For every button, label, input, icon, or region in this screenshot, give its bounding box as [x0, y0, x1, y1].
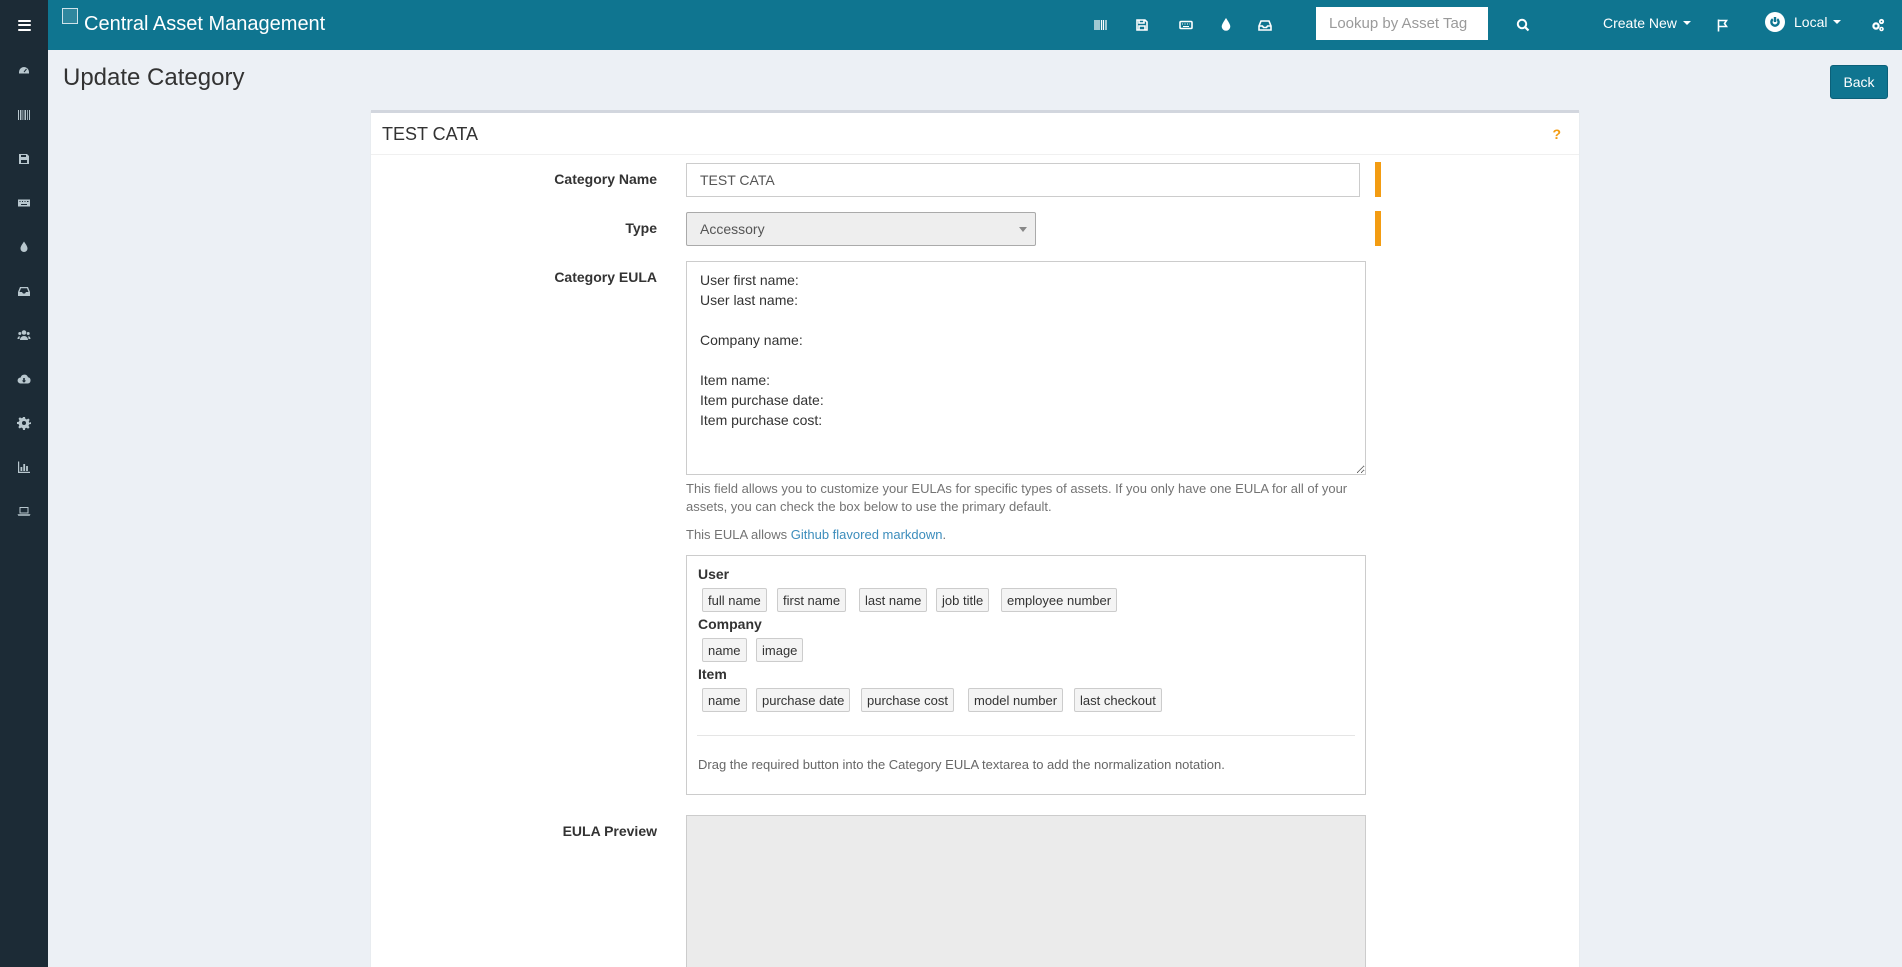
back-button[interactable]: Back: [1830, 65, 1888, 99]
category-name-label: Category Name: [554, 171, 657, 187]
tint-icon[interactable]: [1216, 15, 1236, 35]
token-user-last-name[interactable]: last name: [859, 588, 928, 612]
users-icon[interactable]: [14, 325, 34, 345]
token-user-first-name[interactable]: first name: [777, 588, 847, 612]
markdown-help-text: This EULA allows Github flavored markdow…: [686, 526, 1366, 544]
user-menu-dropdown[interactable]: Local: [1765, 12, 1842, 32]
divider: [697, 735, 1355, 736]
user-tokens-heading: User: [698, 566, 730, 582]
dashboard-icon[interactable]: [14, 61, 34, 81]
help-icon[interactable]: ?: [1552, 126, 1561, 142]
caret-down-icon: [1833, 20, 1842, 24]
inbox-icon[interactable]: [1255, 15, 1275, 35]
save-icon[interactable]: [14, 149, 34, 169]
box-header: TEST CATA ?: [371, 113, 1579, 155]
type-select[interactable]: Accessory: [686, 212, 1036, 246]
top-navbar: Central Asset Management Create New Loca…: [0, 0, 1902, 50]
token-item-last-checkout[interactable]: last checkout: [1074, 688, 1162, 712]
github-markdown-link[interactable]: Github flavored markdown: [791, 527, 943, 542]
sidebar: [0, 50, 48, 967]
create-new-dropdown[interactable]: Create New: [1603, 15, 1691, 31]
eula-preview-label: EULA Preview: [562, 823, 657, 839]
eula-help-text: This field allows you to customize your …: [686, 481, 1348, 514]
box-title: TEST CATA: [382, 124, 479, 144]
required-indicator: [1375, 162, 1381, 197]
token-user-job-title[interactable]: job title: [936, 588, 990, 612]
tint-icon[interactable]: [14, 237, 34, 257]
cog-icon[interactable]: [14, 413, 34, 433]
token-company-name[interactable]: name: [702, 638, 747, 662]
inbox-icon[interactable]: [14, 281, 34, 301]
tokens-help-note: Drag the required button into the Catego…: [698, 757, 1225, 772]
flag-icon[interactable]: [1713, 15, 1733, 35]
keyboard-icon[interactable]: [14, 193, 34, 213]
bar-chart-icon[interactable]: [14, 457, 34, 477]
power-icon: [1765, 12, 1785, 32]
token-item-name[interactable]: name: [702, 688, 747, 712]
category-eula-textarea[interactable]: User first name: User last name: Company…: [686, 261, 1366, 475]
token-item-purchase-cost[interactable]: purchase cost: [861, 688, 954, 712]
token-item-purchase-date[interactable]: purchase date: [756, 688, 851, 712]
create-new-label: Create New: [1603, 15, 1677, 31]
markdown-suffix: .: [942, 527, 947, 542]
token-user-employee-number[interactable]: employee number: [1001, 588, 1118, 612]
item-tokens-heading: Item: [698, 666, 727, 682]
laptop-icon[interactable]: [14, 501, 34, 521]
brand-name: Central Asset Management: [84, 12, 326, 35]
save-icon[interactable]: [1132, 15, 1152, 35]
caret-down-icon: [1682, 21, 1691, 25]
asset-tag-lookup-input[interactable]: [1316, 7, 1488, 40]
dropdown-arrow-icon: [1019, 227, 1027, 232]
page-title: Update Category: [63, 64, 245, 91]
keyboard-icon[interactable]: [1176, 15, 1196, 35]
token-user-full-name[interactable]: full name: [702, 588, 767, 612]
company-tokens-heading: Company: [698, 616, 762, 632]
hamburger-icon: [17, 19, 31, 31]
user-name: Local: [1794, 14, 1828, 30]
brand-link[interactable]: Central Asset Management: [62, 6, 325, 42]
settings-cogs-icon[interactable]: [1868, 15, 1888, 35]
type-selected-value: Accessory: [700, 221, 765, 237]
normalization-tokens-panel: User full name first name last name job …: [686, 555, 1366, 795]
cloud-download-icon[interactable]: [14, 369, 34, 389]
barcode-icon[interactable]: [14, 105, 34, 125]
eula-preview-area: [686, 815, 1366, 967]
markdown-prefix: This EULA allows: [686, 527, 791, 542]
logo-image: [62, 8, 78, 24]
sidebar-toggle-button[interactable]: [0, 0, 48, 50]
token-item-model-number[interactable]: model number: [968, 688, 1064, 712]
type-label: Type: [625, 220, 657, 236]
search-icon[interactable]: [1513, 15, 1533, 35]
barcode-icon[interactable]: [1091, 15, 1111, 35]
token-company-image[interactable]: image: [756, 638, 804, 662]
category-eula-label: Category EULA: [554, 269, 657, 285]
required-indicator: [1375, 211, 1381, 246]
category-name-input[interactable]: [686, 163, 1360, 197]
